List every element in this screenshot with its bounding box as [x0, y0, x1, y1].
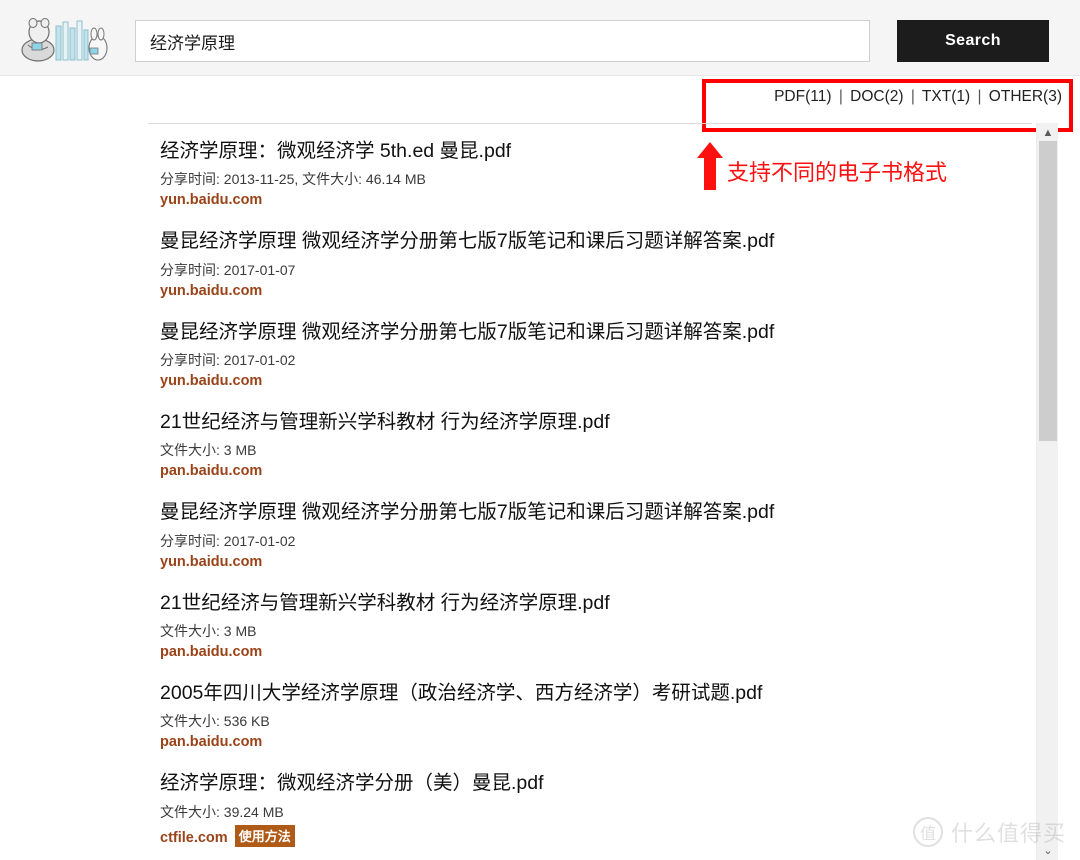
filter-other[interactable]: OTHER(3): [989, 88, 1062, 105]
book-mascot-logo-icon: [21, 18, 108, 62]
result-title[interactable]: 2005年四川大学经济学原理（政治经济学、西方经济学）考研试题.pdf: [160, 680, 1032, 706]
result-source[interactable]: pan.baidu.com: [160, 644, 1032, 660]
result-title[interactable]: 经济学原理：微观经济学 5th.ed 曼昆.pdf: [160, 138, 1032, 164]
result-meta: 分享时间: 2017-01-02: [160, 532, 296, 549]
search-results-list: 经济学原理：微观经济学 5th.ed 曼昆.pdf 分享时间: 2013-11-…: [148, 123, 1032, 860]
result-item[interactable]: 2005年四川大学经济学原理（政治经济学、西方经济学）考研试题.pdf 文件大小…: [148, 666, 1032, 756]
result-title[interactable]: 曼昆经济学原理 微观经济学分册第七版7版笔记和课后习题详解答案.pdf: [160, 319, 1032, 345]
result-source-domain[interactable]: pan.baidu.com: [160, 734, 262, 750]
result-meta: 文件大小: 536 KB: [160, 713, 270, 730]
result-item[interactable]: 曼昆经济学原理 微观经济学分册第七版7版笔记和课后习题详解答案.pdf 分享时间…: [148, 305, 1032, 395]
result-source[interactable]: pan.baidu.com: [160, 463, 1032, 479]
result-source[interactable]: yun.baidu.com: [160, 554, 1032, 570]
result-meta: 分享时间: 2017-01-02: [160, 351, 296, 368]
result-source[interactable]: yun.baidu.com: [160, 283, 1032, 299]
site-logo[interactable]: [16, 12, 112, 66]
filter-doc[interactable]: DOC(2): [850, 88, 903, 105]
result-source-domain[interactable]: pan.baidu.com: [160, 644, 262, 660]
result-title[interactable]: 经济学原理：微观经济学分册（美）曼昆.pdf: [160, 770, 1032, 796]
scrollbar-thumb[interactable]: [1039, 141, 1057, 441]
result-source-domain[interactable]: yun.baidu.com: [160, 283, 262, 299]
result-item[interactable]: 21世纪经济与管理新兴学科教材 行为经济学原理.pdf 文件大小: 3 MB p…: [148, 395, 1032, 485]
result-source-domain[interactable]: yun.baidu.com: [160, 554, 262, 570]
filter-txt[interactable]: TXT(1): [922, 88, 970, 105]
result-item[interactable]: 21世纪经济与管理新兴学科教材 行为经济学原理.pdf 文件大小: 3 MB p…: [148, 576, 1032, 666]
result-source-domain[interactable]: ctfile.com: [160, 830, 228, 846]
result-item[interactable]: 曼昆经济学原理 微观经济学分册第七版7版笔记和课后习题详解答案.pdf 分享时间…: [148, 485, 1032, 575]
result-source[interactable]: ctfile.com 使用方法: [160, 824, 1032, 847]
search-button[interactable]: Search: [897, 20, 1049, 62]
scrollbar-up-arrow-icon[interactable]: ▲: [1037, 123, 1059, 143]
result-title[interactable]: 曼昆经济学原理 微观经济学分册第七版7版笔记和课后习题详解答案.pdf: [160, 228, 1032, 254]
result-meta: 文件大小: 39.24 MB: [160, 803, 284, 820]
scrollbar-down-arrow-icon[interactable]: ⌄: [1037, 840, 1059, 860]
result-source[interactable]: pan.baidu.com: [160, 734, 1032, 750]
result-source-domain[interactable]: yun.baidu.com: [160, 373, 262, 389]
result-item[interactable]: 经济学原理：微观经济学 5th.ed 曼昆.pdf 分享时间: 2013-11-…: [148, 124, 1032, 214]
result-meta: 文件大小: 3 MB: [160, 442, 257, 459]
filter-separator: |: [910, 88, 915, 105]
result-source[interactable]: yun.baidu.com: [160, 373, 1032, 389]
result-meta: 分享时间: 2017-01-07: [160, 261, 296, 278]
page-header: Search: [0, 0, 1080, 76]
filter-separator: |: [977, 88, 982, 105]
result-source-domain[interactable]: pan.baidu.com: [160, 463, 262, 479]
result-source-domain[interactable]: yun.baidu.com: [160, 192, 262, 208]
usage-guide-badge[interactable]: 使用方法: [234, 824, 295, 847]
search-input[interactable]: [135, 20, 870, 62]
result-title[interactable]: 21世纪经济与管理新兴学科教材 行为经济学原理.pdf: [160, 590, 1032, 616]
result-meta: 文件大小: 3 MB: [160, 622, 257, 639]
result-meta: 分享时间: 2013-11-25, 文件大小: 46.14 MB: [160, 171, 426, 188]
result-item[interactable]: 曼昆经济学原理 微观经济学分册第七版7版笔记和课后习题详解答案.pdf 分享时间…: [148, 214, 1032, 304]
result-title[interactable]: 21世纪经济与管理新兴学科教材 行为经济学原理.pdf: [160, 409, 1032, 435]
results-scrollbar[interactable]: ▲ ⌄: [1036, 123, 1058, 860]
result-item[interactable]: 经济学原理：微观经济学分册（美）曼昆.pdf 文件大小: 39.24 MB ct…: [148, 756, 1032, 852]
result-title[interactable]: 曼昆经济学原理 微观经济学分册第七版7版笔记和课后习题详解答案.pdf: [160, 499, 1032, 525]
format-filter-bar: PDF(11) | DOC(2) | TXT(1) | OTHER(3): [702, 88, 1062, 106]
filter-pdf[interactable]: PDF(11): [774, 88, 831, 105]
result-source[interactable]: yun.baidu.com: [160, 192, 1032, 208]
filter-separator: |: [838, 88, 843, 105]
